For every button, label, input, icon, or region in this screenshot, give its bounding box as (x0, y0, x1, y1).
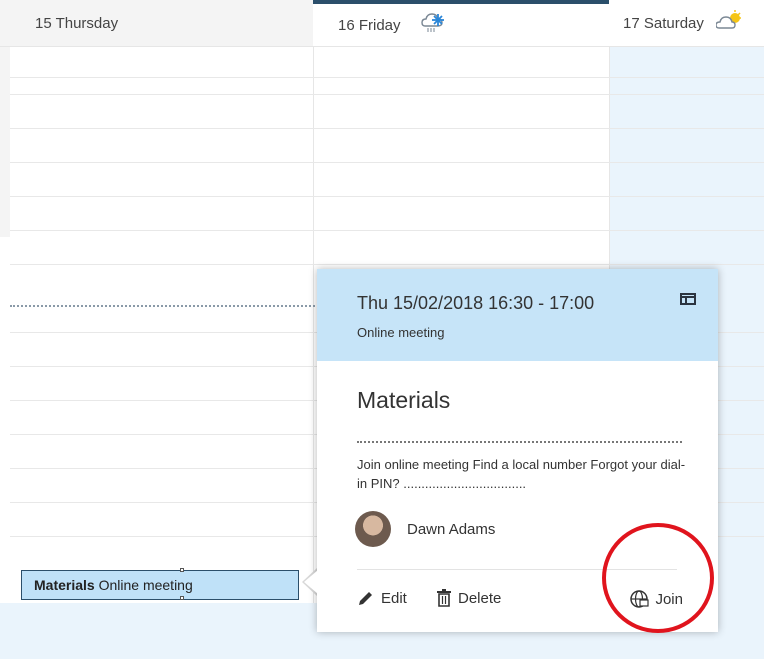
hour-line (10, 162, 764, 163)
day-label: 16 Friday (338, 16, 401, 34)
edit-button[interactable]: Edit (357, 589, 407, 607)
day-label: 17 Saturday (623, 14, 704, 32)
edit-label: Edit (381, 589, 407, 607)
calendar-header: 15 Thursday 16 Friday 17 Saturday (0, 0, 764, 47)
current-time-indicator (10, 305, 315, 307)
day-column-thursday[interactable] (0, 47, 313, 659)
day-header-friday[interactable]: 16 Friday (313, 0, 609, 46)
day-label: 15 Thursday (35, 14, 119, 32)
delete-label: Delete (458, 589, 502, 607)
expand-icon[interactable] (680, 293, 696, 305)
partly-sunny-icon (715, 10, 742, 36)
hour-line (10, 196, 764, 197)
time-gutter (0, 47, 10, 237)
popup-caret-inner (304, 570, 318, 594)
hour-line (10, 128, 764, 129)
day-header-thursday[interactable]: 15 Thursday (0, 0, 313, 46)
hour-line (10, 94, 764, 95)
hour-line (10, 77, 764, 78)
event-type: Online meeting (357, 325, 445, 340)
event-materials[interactable]: Materials Online meeting (21, 568, 299, 600)
event-subtitle: Online meeting (98, 577, 193, 593)
popup-event-title: Materials (357, 387, 451, 413)
pencil-icon (359, 592, 372, 605)
separator (357, 441, 682, 443)
organizer-name: Dawn Adams (407, 520, 496, 538)
snow-cloud-icon (420, 12, 447, 38)
resize-handle-bottom[interactable] (180, 596, 184, 600)
event-time: Thu 15/02/2018 16:30 - 17:00 (357, 293, 595, 313)
hour-line (10, 264, 764, 265)
trash-icon (437, 589, 451, 607)
day-header-saturday[interactable]: 17 Saturday (609, 0, 764, 46)
event-title: Materials (34, 577, 95, 593)
highlight-circle (602, 523, 714, 633)
organizer[interactable]: Dawn Adams (355, 511, 495, 547)
event-description: Join online meeting Find a local number … (357, 457, 686, 491)
avatar (355, 511, 391, 547)
popup-header: Thu 15/02/2018 16:30 - 17:00 Online meet… (317, 269, 718, 361)
hour-line (10, 230, 764, 231)
resize-handle-top[interactable] (180, 568, 184, 572)
delete-button[interactable]: Delete (436, 589, 501, 607)
